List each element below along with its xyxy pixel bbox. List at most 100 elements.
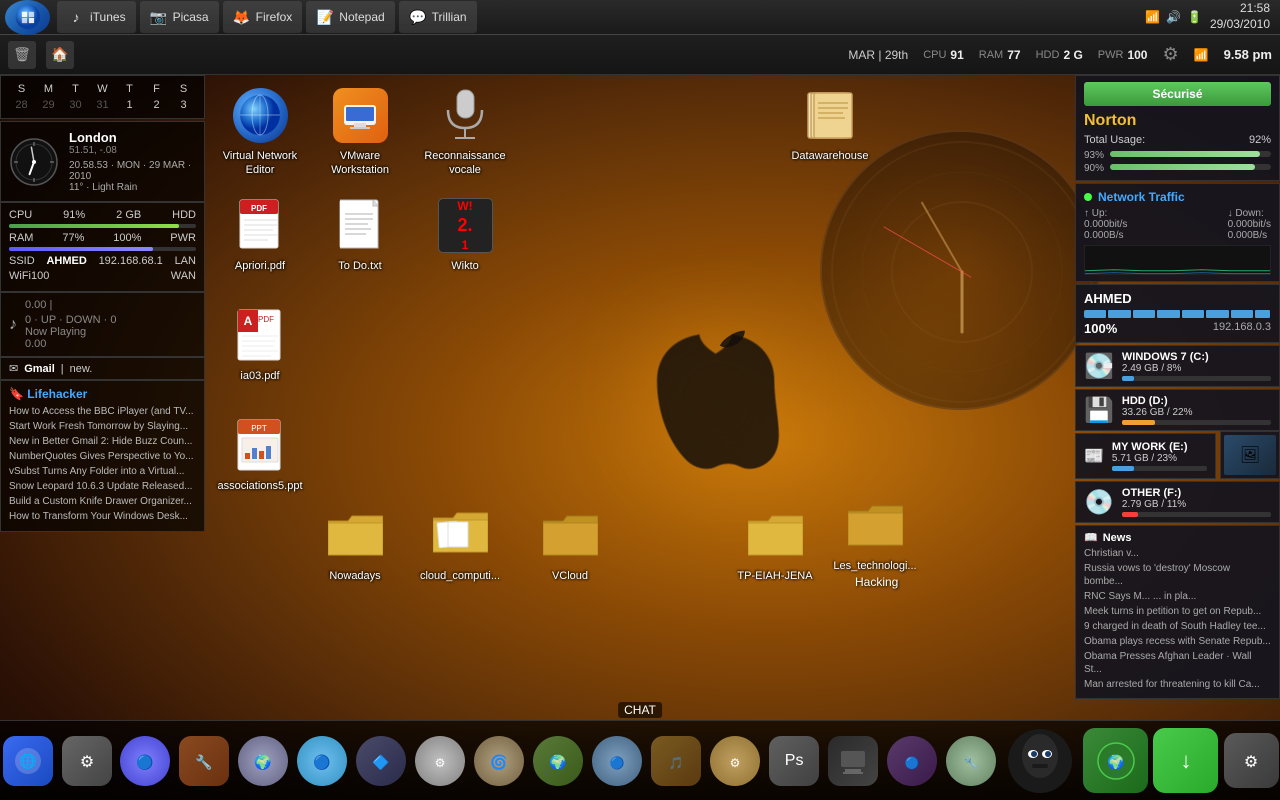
icon-vcloud[interactable]: VCloud [525,505,615,583]
news-item-5[interactable]: Obama plays recess with Senate Repub... [1084,635,1271,648]
battery-icon: 🔋 [1187,10,1202,24]
vmware-label: VMware Workstation [318,149,403,178]
gmail-widget[interactable]: ✉ Gmail | new. [0,357,205,380]
news-item-6[interactable]: Obama Presses Afghan Leader · Wall St... [1084,650,1271,676]
ram-bar-fill [9,247,153,251]
dock-item-3[interactable]: 🔧 [177,732,232,790]
lh-item-6[interactable]: Build a Custom Knife Drawer Organizer... [9,495,196,508]
icon-ia03[interactable]: A PDF ia03.pdf [215,305,305,383]
news-item-1[interactable]: Russia vows to 'destroy' Moscow bombe... [1084,562,1271,588]
dock-hacker-avatar[interactable] [1003,726,1079,796]
dock-torrent-icon[interactable]: ↓ [1153,726,1219,796]
cal-day-1[interactable]: 1 [117,98,142,112]
cal-header-t: T [63,82,88,96]
icon-nowadays[interactable]: Nowadays [310,505,400,583]
dock-item-15[interactable]: 🔵 [885,732,940,790]
icon-les-techno[interactable]: Les_technologi... [830,495,920,573]
start-button[interactable] [5,0,50,35]
dock-item-2[interactable]: 🔵 [118,732,173,790]
torrent-icon: ↓ [1153,728,1218,793]
tp-eiahjena-icon [745,505,805,565]
lh-item-2[interactable]: New in Better Gmail 2: Hide Buzz Coun... [9,435,196,448]
dock-item-8[interactable]: 🌀 [472,732,527,790]
dock-item-5[interactable]: 🔵 [295,732,350,790]
cal-day-28: 28 [9,98,34,112]
news-book-icon: 📖 [1084,531,1098,544]
settings-icon[interactable]: ⚙ [1162,44,1178,65]
icon-datawarehouse[interactable]: Datawarehouse [785,85,875,163]
hdd-icon-d: 💾 [1084,396,1114,425]
dock-download-icon[interactable]: 🌍 [1082,726,1148,796]
last-icon: ⚙ [1224,733,1279,788]
hacker-image [1003,726,1078,796]
recycle-bin-button[interactable]: 🗑 [8,41,36,69]
lh-item-7[interactable]: How to Transform Your Windows Desk... [9,510,196,523]
drive-e-bar [1112,466,1207,471]
news-item-7[interactable]: Man arrested for threatening to kill Ca.… [1084,678,1271,691]
taskbar-app-trillian[interactable]: 💬 Trillian [399,1,477,33]
lh-item-0[interactable]: How to Access the BBC iPlayer (and TV... [9,405,196,418]
taskbar-app-picasa[interactable]: 📷 Picasa [140,1,219,33]
norton-secure-button[interactable]: Sécurisé [1084,82,1271,106]
user-bar-seg6 [1206,310,1228,318]
cal-header-s: S [9,82,34,96]
network-row: SSID AHMED 192.168.68.1 LAN [9,255,196,267]
dock-item-7[interactable]: ⚙ [413,732,468,790]
dock-last-icon[interactable]: ⚙ [1223,731,1280,791]
news-item-3[interactable]: Meek turns in petition to get on Repub..… [1084,605,1271,618]
network-icon: 📶 [1145,10,1160,24]
icon-associations[interactable]: PPT associations5.ppt [215,415,305,493]
virtual-network-icon [230,85,290,145]
icon-tp-eiahjena[interactable]: TP-EIAH-JENA [730,505,820,583]
cal-day-3[interactable]: 3 [171,98,196,112]
icon-apriori[interactable]: PDF Apriori.pdf [215,195,305,273]
dock-item-1[interactable]: ⚙ [59,732,114,790]
nowadays-label: Nowadays [329,569,380,583]
home-button[interactable]: 🏠 [46,41,74,69]
dock-item-10[interactable]: 🔵 [590,732,645,790]
dock-item-6[interactable]: 🔷 [354,732,409,790]
taskbar-app-itunes[interactable]: ♪ iTunes [57,1,136,33]
taskbar-app-notepad[interactable]: 📝 Notepad [306,1,394,33]
lh-item-3[interactable]: NumberQuotes Gives Perspective to Yo... [9,450,196,463]
cal-day-29prev: 29 [36,98,61,112]
dock-item-14[interactable] [826,732,881,790]
dock-item-4[interactable]: 🌍 [236,732,291,790]
dock-item-16[interactable]: 🔧 [944,732,999,790]
lh-item-4[interactable]: vSubst Turns Any Folder into a Virtual..… [9,465,196,478]
icon-reconnaissance[interactable]: Reconnaissance vocale [420,85,510,178]
cal-day-2[interactable]: 2 [144,98,169,112]
lh-item-5[interactable]: Snow Leopard 10.6.3 Update Released... [9,480,196,493]
news-item-2[interactable]: RNC Says M... ... in pla... [1084,590,1271,603]
date-info: MAR | 29th [848,48,908,62]
network-traffic-header: Network Traffic [1084,190,1271,204]
clock-widget: London 51.51, -.08 20.58.53 · MON · 29 M… [0,121,205,202]
icon-virtual-network[interactable]: Virtual Network Editor [215,85,305,178]
taskbar-app-firefox[interactable]: 🦊 Firefox [223,1,303,33]
lh-item-1[interactable]: Start Work Fresh Tomorrow by Slaying... [9,420,196,433]
cal-header-w: W [90,82,115,96]
news-item-4[interactable]: 9 charged in death of South Hadley tee..… [1084,620,1271,633]
dock-item-0[interactable]: 🌐 [0,732,55,790]
icon-vmware[interactable]: VMware Workstation [315,85,405,178]
dock-item-9[interactable]: 🌍 [531,732,586,790]
taskbar: ♪ iTunes 📷 Picasa 🦊 Firefox 📝 Notepad 💬 … [0,0,1280,35]
icon-todo[interactable]: To Do.txt [315,195,405,273]
vmware-icon [330,85,390,145]
dock-icon-2: 🔵 [120,736,170,786]
dock-item-12[interactable]: ⚙ [708,732,763,790]
drive-f-info: OTHER (F:) 2.79 GB / 11% [1122,487,1271,517]
trillian-icon: 💬 [409,8,427,26]
icon-cloud[interactable]: cloud_computi... [415,505,505,583]
norton-bar2-label: 90% [1084,163,1104,174]
globe-icon [233,88,288,143]
news-item-0[interactable]: Christian v... [1084,547,1271,560]
les-techno-label: Les_technologi... [833,559,916,573]
cal-header-f: F [144,82,169,96]
norton-widget: Sécurisé Norton Total Usage: 92% 93% 90% [1075,75,1280,181]
dock-item-13[interactable]: Ps [767,732,822,790]
dock-item-11[interactable]: 🎵 [649,732,704,790]
icon-wikto[interactable]: W! 2. 1 Wikto [420,195,510,273]
svg-text:🔵: 🔵 [137,754,154,771]
dock-icon-6: 🔷 [356,736,406,786]
